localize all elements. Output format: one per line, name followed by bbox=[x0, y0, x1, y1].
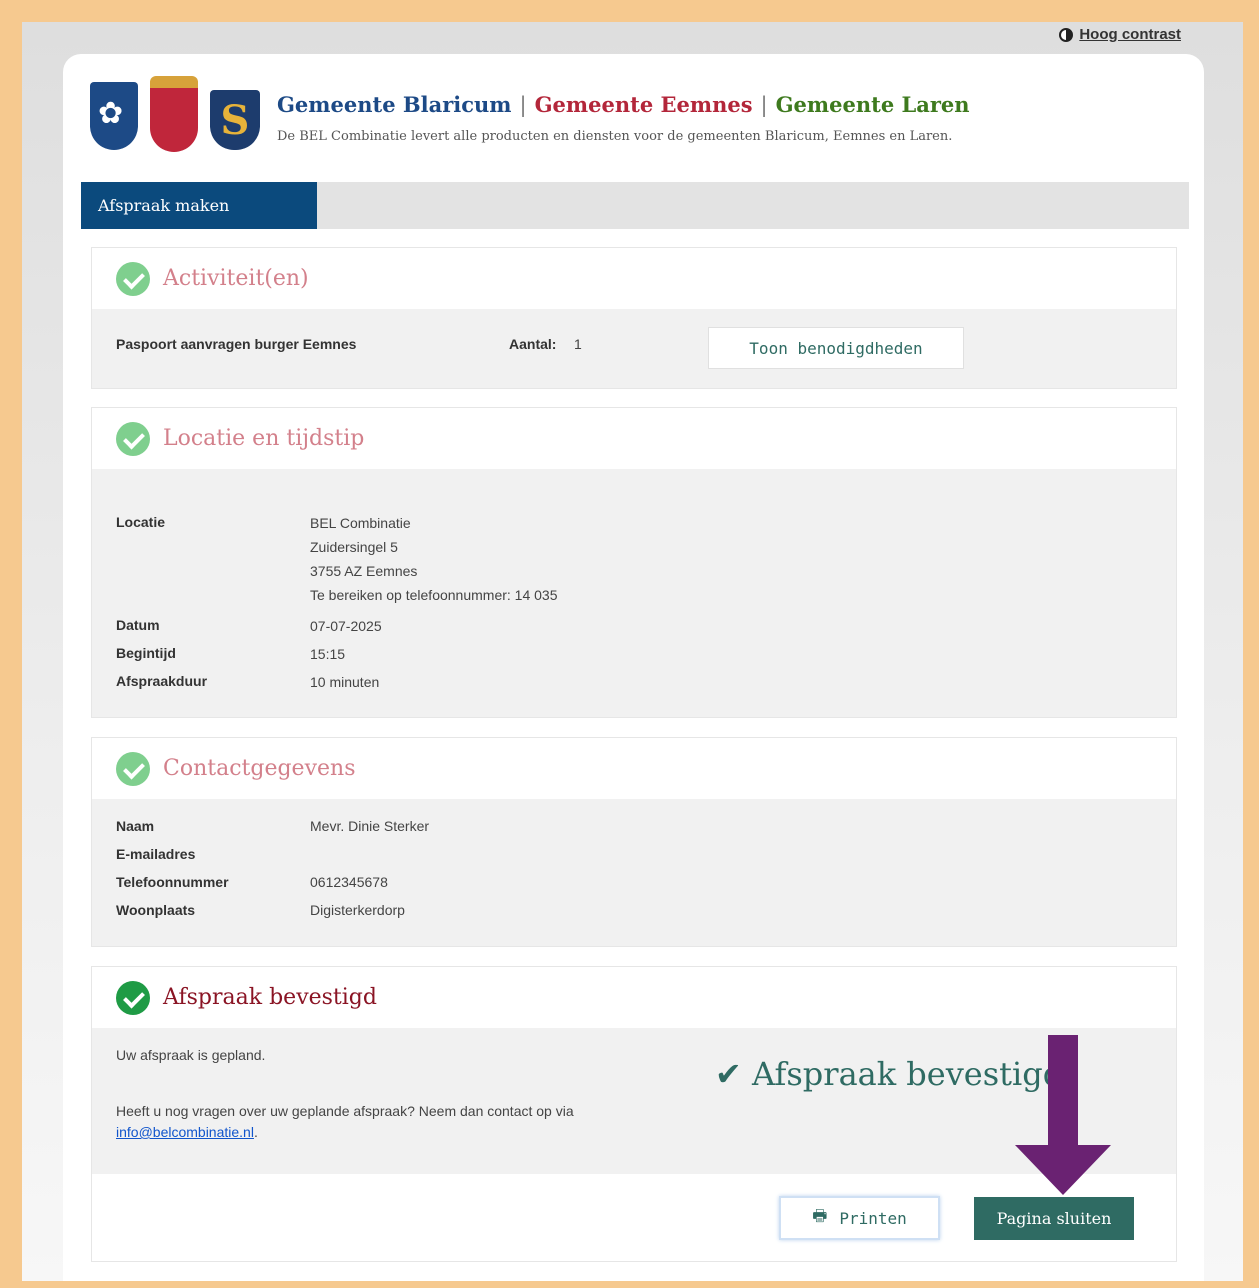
duration-value: 10 minuten bbox=[310, 674, 380, 690]
email-label: E-mailadres bbox=[116, 846, 196, 862]
location-line: 3755 AZ Eemnes bbox=[310, 563, 418, 579]
activity-name: Paspoort aanvragen burger Eemnes bbox=[116, 336, 357, 352]
residence-value: Digisterkerdorp bbox=[310, 902, 405, 918]
eemnes-shield-icon bbox=[150, 76, 198, 152]
check-icon bbox=[116, 980, 150, 1015]
separator: | bbox=[519, 93, 527, 117]
activities-title: Activiteit(en) bbox=[163, 266, 309, 291]
contact-card: Contactgegevens Naam Mevr. Dinie Sterker… bbox=[91, 737, 1177, 947]
name-value: Mevr. Dinie Sterker bbox=[310, 818, 430, 834]
location-line: BEL Combinatie bbox=[310, 515, 411, 531]
count-value: 1 bbox=[574, 336, 582, 352]
name-eemnes: Gemeente Eemnes bbox=[534, 92, 753, 117]
date-label: Datum bbox=[116, 617, 160, 633]
name-blaricum: Gemeente Blaricum bbox=[277, 92, 512, 117]
close-page-button[interactable]: Pagina sluiten bbox=[974, 1197, 1134, 1240]
count-label: Aantal: bbox=[509, 336, 557, 352]
start-time-value: 15:15 bbox=[310, 646, 346, 662]
location-card: Locatie en tijdstip Locatie BEL Combinat… bbox=[91, 407, 1177, 718]
duration-label: Afspraakduur bbox=[116, 673, 208, 689]
laren-shield-letter: S bbox=[220, 96, 250, 144]
email-link-line: info@belcombinatie.nl. bbox=[116, 1124, 258, 1140]
location-line: Zuidersingel 5 bbox=[310, 539, 398, 555]
location-title: Locatie en tijdstip bbox=[163, 426, 365, 451]
nav-bar: Afspraak maken bbox=[81, 182, 1189, 229]
location-line: Te bereiken op telefoonnummer: 14 035 bbox=[310, 587, 558, 603]
print-button[interactable]: 🖶 Printen bbox=[779, 1196, 940, 1240]
site-header: S Gemeente Blaricum|Gemeente Eemnes|Geme… bbox=[90, 76, 1190, 157]
confirmed-badge: ✔ Afspraak bevestigd bbox=[715, 1055, 1063, 1093]
blaricum-shield-icon bbox=[90, 82, 138, 150]
show-requirements-button[interactable]: Toon benodigdheden bbox=[708, 327, 964, 369]
check-icon bbox=[116, 261, 150, 296]
laren-shield-icon: S bbox=[210, 90, 260, 150]
logos: S bbox=[90, 76, 260, 152]
name-laren: Gemeente Laren bbox=[775, 92, 970, 117]
date-value: 07-07-2025 bbox=[310, 618, 382, 634]
confirmation-header: Afspraak bevestigd bbox=[92, 967, 1176, 1028]
residence-label: Woonplaats bbox=[116, 902, 196, 918]
location-label: Locatie bbox=[116, 514, 166, 530]
period: . bbox=[253, 1124, 258, 1140]
tab-afspraak-maken[interactable]: Afspraak maken bbox=[81, 182, 317, 229]
confirmation-title: Afspraak bevestigd bbox=[163, 985, 377, 1010]
planned-text: Uw afspraak is gepland. bbox=[116, 1047, 266, 1063]
start-time-label: Begintijd bbox=[116, 645, 176, 661]
activities-header: Activiteit(en) bbox=[92, 248, 1176, 309]
name-label: Naam bbox=[116, 818, 155, 834]
high-contrast-label[interactable]: Hoog contrast bbox=[1079, 26, 1181, 43]
checkmark-icon: ✔ bbox=[715, 1055, 742, 1093]
check-icon bbox=[116, 751, 150, 786]
check-icon bbox=[116, 421, 150, 456]
separator: | bbox=[760, 93, 768, 117]
phone-label: Telefoonnummer bbox=[116, 874, 229, 890]
print-label: Printen bbox=[839, 1208, 907, 1228]
contact-header: Contactgegevens bbox=[92, 738, 1176, 799]
printer-icon: 🖶 bbox=[812, 1205, 828, 1225]
question-text: Heeft u nog vragen over uw geplande afsp… bbox=[116, 1103, 574, 1119]
activities-card: Activiteit(en) Paspoort aanvragen burger… bbox=[91, 247, 1177, 389]
high-contrast-link[interactable]: Hoog contrast bbox=[1059, 26, 1181, 43]
municipality-names: Gemeente Blaricum | Gemeente Eemnes | Gemeen… bbox=[277, 92, 970, 117]
down-arrow-icon bbox=[1015, 1035, 1111, 1195]
contact-title: Contactgegevens bbox=[163, 756, 356, 781]
action-footer: 🖶 Printen Pagina sluiten bbox=[92, 1174, 1176, 1261]
location-header: Locatie en tijdstip bbox=[92, 408, 1176, 469]
email-link[interactable]: info@belcombinatie.nl bbox=[116, 1124, 254, 1140]
phone-value: 0612345678 bbox=[310, 874, 388, 890]
tagline: De BEL Combinatie levert alle producten … bbox=[277, 129, 953, 144]
contrast-icon bbox=[1059, 27, 1074, 42]
